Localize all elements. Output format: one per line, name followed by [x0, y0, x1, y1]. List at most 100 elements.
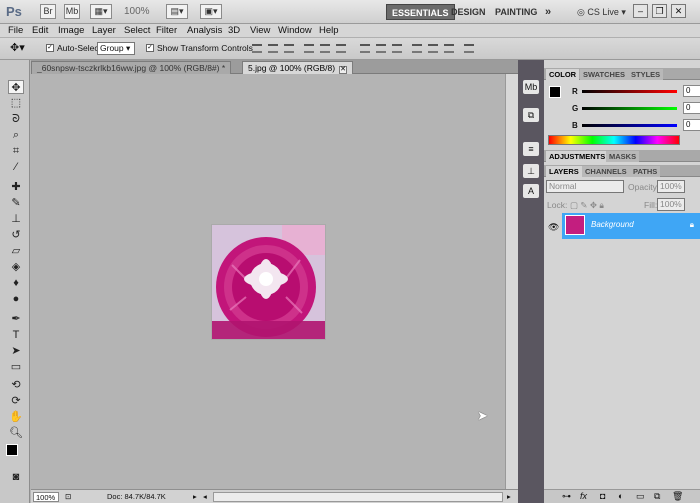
3d-orbit-tool-icon[interactable]: ⟳: [8, 394, 24, 408]
workspace-design[interactable]: DESIGN: [446, 4, 491, 20]
tab-document-2[interactable]: 5.jpg @ 100% (RGB/8) ✕: [242, 61, 354, 74]
delete-layer-icon[interactable]: 🗑︎: [672, 491, 683, 502]
adjustment-layer-icon[interactable]: ◐: [618, 491, 623, 501]
pen-tool-icon[interactable]: ✒: [8, 312, 24, 326]
brush-presets-panel-icon[interactable]: ≡: [523, 142, 539, 156]
color-fg-swatch[interactable]: [549, 86, 561, 98]
tab-layers[interactable]: LAYERS: [546, 166, 582, 177]
blue-value-input[interactable]: 0: [683, 119, 700, 131]
align-top-icon[interactable]: [252, 44, 262, 53]
blur-tool-icon[interactable]: ♦: [8, 276, 24, 290]
tab-color[interactable]: COLOR: [546, 69, 580, 80]
align-hcenter-icon[interactable]: [320, 44, 330, 53]
auto-align-layers-icon[interactable]: [464, 44, 474, 53]
move-tool-icon[interactable]: ✥: [8, 80, 24, 94]
layer-row-background[interactable]: Background 🔒︎: [562, 213, 700, 239]
color-spectrum-bar[interactable]: [548, 135, 680, 145]
layer-visibility-eye-icon[interactable]: 👁︎: [548, 222, 559, 233]
paint-bucket-tool-icon[interactable]: ◈: [8, 260, 24, 274]
cs-live-button[interactable]: ◎ CS Live ▾: [572, 4, 631, 20]
align-right-icon[interactable]: [336, 44, 346, 53]
tab-channels[interactable]: CHANNELS: [582, 166, 630, 177]
menu-layer[interactable]: Layer: [92, 24, 116, 38]
align-vcenter-icon[interactable]: [268, 44, 278, 53]
green-slider[interactable]: [582, 107, 677, 110]
menu-select[interactable]: Select: [124, 24, 150, 38]
dodge-tool-icon[interactable]: ●: [8, 292, 24, 306]
link-layers-icon[interactable]: ⊶: [562, 491, 571, 502]
crop-tool-icon[interactable]: ⌗: [8, 144, 24, 158]
more-workspaces-button[interactable]: »: [540, 4, 556, 20]
zoom-level[interactable]: 100%: [124, 6, 150, 17]
minimize-button[interactable]: –: [633, 4, 648, 18]
horizontal-scrollbar[interactable]: [213, 492, 503, 502]
distribute-top-icon[interactable]: [360, 44, 370, 53]
menu-file[interactable]: File: [8, 24, 23, 38]
align-left-icon[interactable]: [304, 44, 314, 53]
red-slider[interactable]: [582, 90, 677, 93]
menu-analysis[interactable]: Analysis: [187, 24, 222, 38]
new-layer-icon[interactable]: ⧉: [654, 491, 660, 502]
restore-button[interactable]: ❐: [652, 4, 667, 18]
quick-mask-icon[interactable]: ◙: [8, 470, 24, 484]
distribute-left-icon[interactable]: [412, 44, 422, 53]
tab-swatches[interactable]: SWATCHES: [580, 69, 628, 80]
eraser-tool-icon[interactable]: ▱: [8, 244, 24, 258]
scroll-right-icon[interactable]: ▸: [507, 492, 511, 502]
vertical-scrollbar[interactable]: [505, 74, 518, 489]
tab-masks[interactable]: MASKS: [606, 151, 640, 162]
auto-select-dropdown[interactable]: Group ▾: [97, 42, 135, 55]
tab-adjustments[interactable]: ADJUSTMENTS: [546, 151, 609, 162]
tab-document-1[interactable]: _60snpsw-tsczkrlkb16ww.jpg @ 100% (RGB/8…: [31, 61, 232, 74]
history-panel-icon[interactable]: ⧉: [523, 108, 539, 122]
tab-paths[interactable]: PATHS: [630, 166, 661, 177]
3d-rotate-tool-icon[interactable]: ⟲: [8, 378, 24, 392]
status-zoom-field[interactable]: 100%: [33, 492, 59, 502]
menu-help[interactable]: Help: [319, 24, 339, 38]
fill-input[interactable]: 100%: [657, 198, 685, 211]
workspace-essentials[interactable]: ESSENTIALS: [386, 4, 455, 20]
menu-filter[interactable]: Filter: [156, 24, 177, 38]
tab-styles[interactable]: STYLES: [628, 69, 664, 80]
clone-source-panel-icon[interactable]: ⊥: [523, 164, 539, 178]
screen-mode-icon[interactable]: ▣▾: [200, 4, 222, 19]
quick-select-tool-icon[interactable]: ⌕: [8, 128, 24, 142]
status-menu-arrow-icon[interactable]: ▸: [193, 492, 197, 502]
shape-tool-icon[interactable]: ▭: [8, 360, 24, 374]
close-window-button[interactable]: ✕: [671, 4, 686, 18]
type-tool-icon[interactable]: T: [8, 328, 24, 342]
distribute-hcenter-icon[interactable]: [428, 44, 438, 53]
lock-icons[interactable]: ▢ ✎ ✥ 🔒︎: [570, 200, 604, 211]
zoom-tool-icon[interactable]: 🔍︎: [8, 426, 24, 440]
move-tool-preset-icon[interactable]: ✥▾: [10, 41, 25, 54]
marquee-tool-icon[interactable]: ⬚: [8, 96, 24, 110]
add-mask-icon[interactable]: ◘: [600, 491, 605, 501]
menu-view[interactable]: View: [250, 24, 270, 38]
scroll-left-icon[interactable]: ◂: [203, 492, 207, 502]
opacity-input[interactable]: 100%: [657, 180, 685, 193]
menu-edit[interactable]: Edit: [32, 24, 48, 38]
close-tab-icon[interactable]: ✕: [339, 66, 348, 74]
minibridge-icon[interactable]: Mb: [64, 4, 80, 19]
document-image[interactable]: [211, 224, 326, 340]
arrange-documents-icon[interactable]: ▤▾: [166, 4, 188, 19]
lasso-tool-icon[interactable]: ᘐ: [8, 112, 24, 126]
menu-window[interactable]: Window: [278, 24, 312, 38]
foreground-color-swatch[interactable]: [6, 444, 18, 456]
workspace-painting[interactable]: PAINTING: [490, 4, 542, 20]
minibridge-panel-icon[interactable]: Mb: [523, 80, 539, 94]
auto-select-checkbox[interactable]: ✓: [46, 44, 54, 52]
align-bottom-icon[interactable]: [284, 44, 294, 53]
menu-image[interactable]: Image: [58, 24, 84, 38]
red-value-input[interactable]: 0: [683, 85, 700, 97]
character-panel-icon[interactable]: A: [523, 184, 539, 198]
distribute-vcenter-icon[interactable]: [376, 44, 386, 53]
path-selection-tool-icon[interactable]: ➤: [8, 344, 24, 358]
healing-brush-tool-icon[interactable]: ✚: [8, 180, 24, 194]
view-extras-icon[interactable]: ▦▾: [90, 4, 112, 19]
distribute-bottom-icon[interactable]: [392, 44, 402, 53]
eyedropper-tool-icon[interactable]: ⁄: [8, 160, 24, 174]
status-info-icon[interactable]: ⊡: [65, 492, 74, 502]
bridge-icon[interactable]: Br: [40, 4, 56, 19]
distribute-right-icon[interactable]: [444, 44, 454, 53]
